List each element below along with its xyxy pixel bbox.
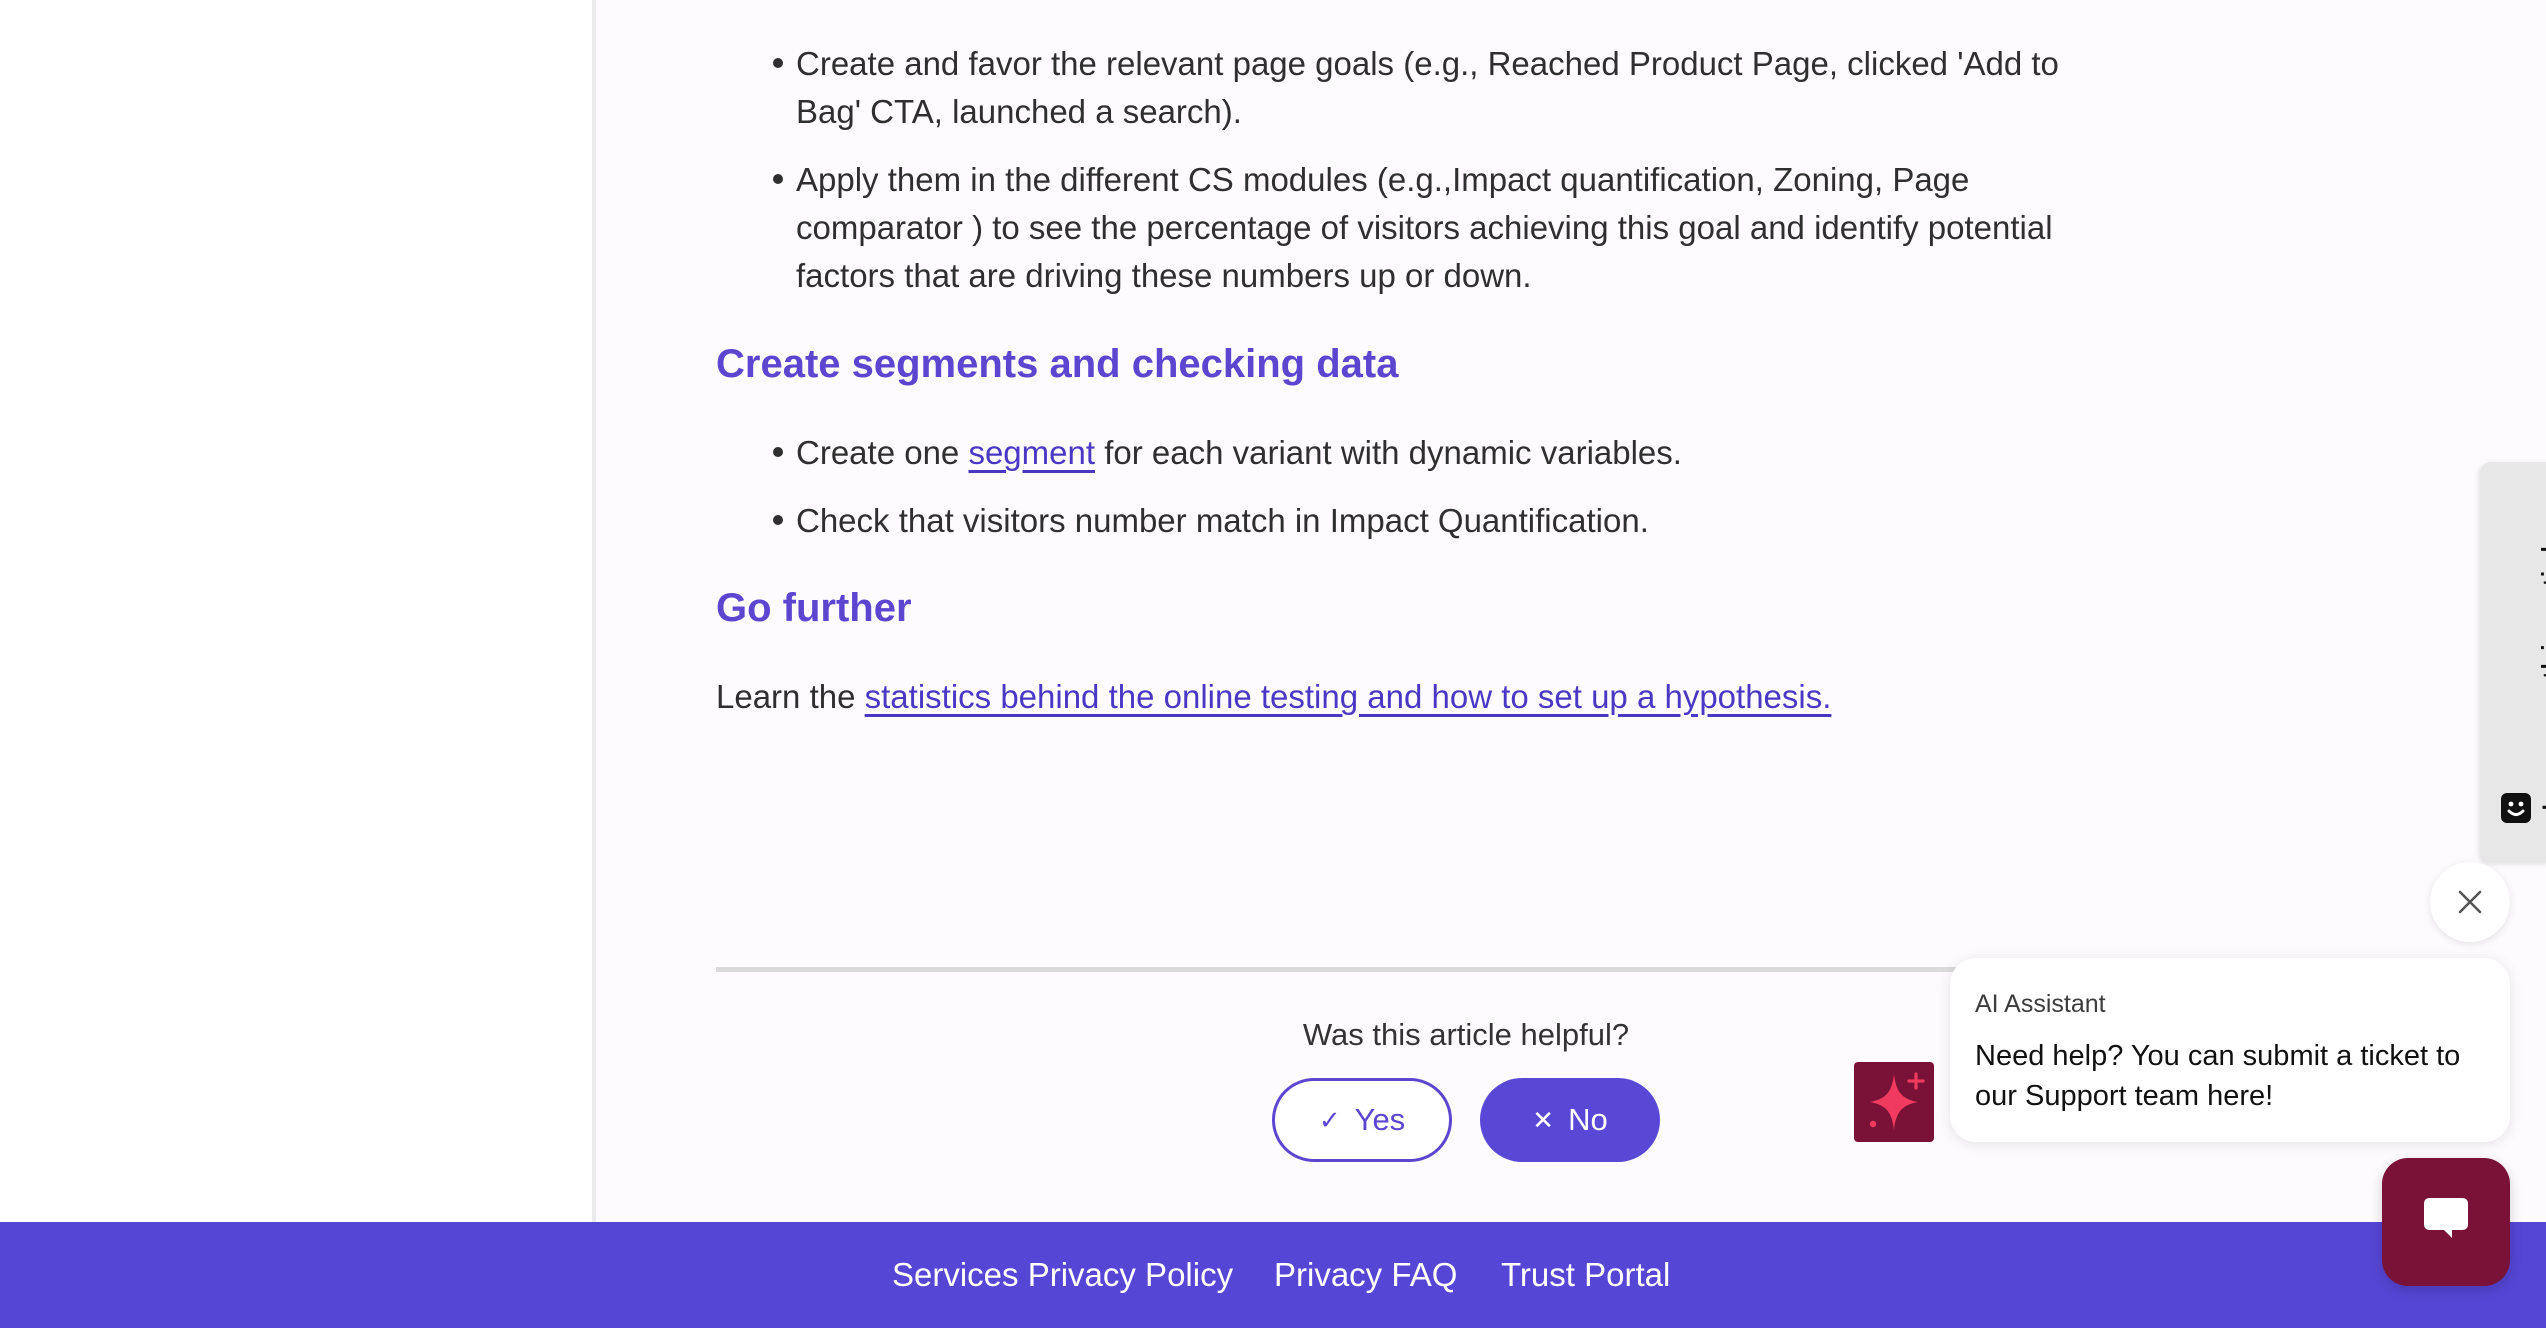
footer: Services Privacy Policy Privacy FAQ Trus…	[0, 1222, 2546, 1328]
list-item: Apply them in the different CS modules (…	[773, 156, 2096, 300]
close-icon	[2458, 890, 2482, 914]
sparkle-icon	[1869, 1072, 1925, 1130]
left-sidebar	[0, 0, 596, 1222]
chat-launcher-button[interactable]	[2382, 1158, 2510, 1286]
x-icon: ✕	[1532, 1104, 1555, 1135]
learn-more-paragraph: Learn the statistics behind the online t…	[716, 673, 1831, 721]
no-button-label: No	[1568, 1102, 1608, 1137]
no-button[interactable]: ✕ No	[1480, 1078, 1660, 1162]
smiley-icon	[2501, 793, 2531, 823]
bullet-dot	[773, 447, 783, 457]
goals-list: Create and favor the relevant page goals…	[773, 40, 2096, 300]
chat-close-button[interactable]	[2430, 862, 2510, 942]
ai-assistant-avatar	[1854, 1062, 1934, 1142]
article-divider	[716, 967, 1964, 972]
list-item: Check that visitors number match in Impa…	[773, 497, 2096, 545]
check-icon: ✓	[1318, 1104, 1341, 1135]
section-heading-go-further: Go further	[716, 586, 912, 630]
segment-link[interactable]: segment	[968, 434, 1095, 471]
learn-more-prefix: Learn the	[716, 678, 865, 715]
yes-button[interactable]: ✓ Yes	[1272, 1078, 1452, 1162]
list-item-text-prefix: Create one	[796, 434, 969, 471]
help-article-page: Create and favor the relevant page goals…	[0, 0, 2546, 1328]
chat-message-text: Need help? You can submit a ticket to ou…	[1975, 1040, 2461, 1112]
list-item-text: Apply them in the different CS modules (…	[796, 161, 2053, 294]
list-item-text: Create and favor the relevant page goals…	[796, 45, 2059, 130]
chat-sender-name: AI Assistant	[1975, 990, 2106, 1018]
yes-button-label: Yes	[1354, 1102, 1406, 1137]
list-item: Create and favor the relevant page goals…	[773, 40, 2096, 136]
segments-list: Create one segment for each variant with…	[773, 429, 2096, 545]
statistics-link[interactable]: statistics behind the online testing and…	[865, 678, 1832, 715]
bullet-dot	[773, 58, 783, 68]
footer-link-trust-portal[interactable]: Trust Portal	[1501, 1254, 1670, 1296]
helpful-question: Was this article helpful?	[1302, 1017, 1630, 1052]
footer-link-services-privacy[interactable]: Services Privacy Policy	[892, 1254, 1233, 1296]
list-item-text-suffix: for each variant with dynamic variables.	[1095, 434, 1682, 471]
section-heading-segments: Create segments and checking data	[716, 342, 1399, 386]
list-item-text: Check that visitors number match in Impa…	[796, 502, 1649, 539]
bullet-dot	[773, 515, 783, 525]
chat-bubble-icon	[2424, 1198, 2468, 1238]
footer-link-privacy-faq[interactable]: Privacy FAQ	[1274, 1254, 1457, 1296]
improve-article-tab[interactable]: Improve this article	[2481, 462, 2546, 862]
list-item: Create one segment for each variant with…	[773, 429, 2096, 477]
chat-message-bubble[interactable]: AI Assistant Need help? You can submit a…	[1950, 958, 2510, 1142]
bullet-dot	[773, 174, 783, 184]
improve-article-label: Improve this article	[2536, 526, 2546, 812]
